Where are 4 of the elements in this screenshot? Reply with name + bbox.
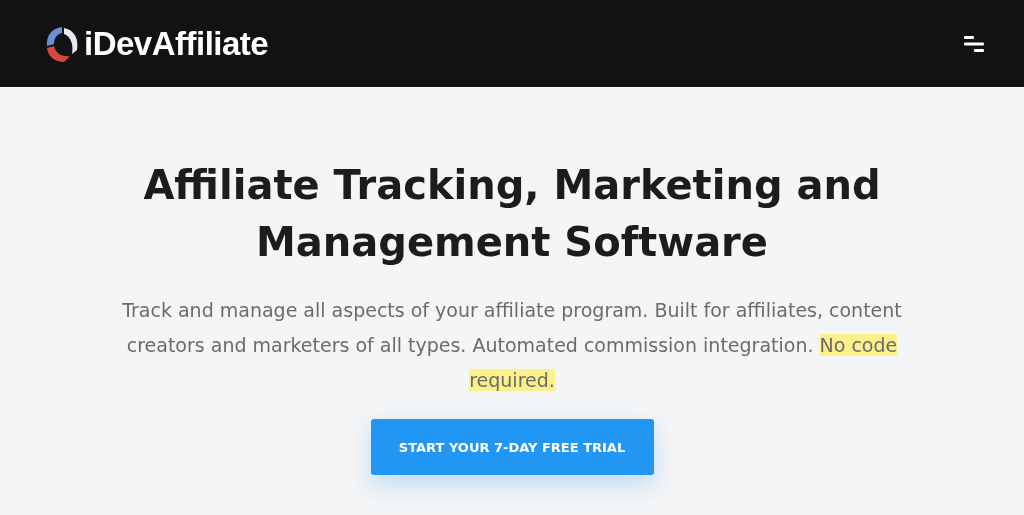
menu-icon[interactable]: [964, 34, 986, 53]
hero-description: Track and manage all aspects of your affiliate program. Built for affiliates, content creators and marketers of all types. Automated commission integration. No code required.: [122, 298, 902, 393]
hero-title: Affiliate Tracking, Marketing and Management Software: [142, 161, 882, 267]
logo[interactable]: iDevAffiliate: [44, 23, 269, 64]
